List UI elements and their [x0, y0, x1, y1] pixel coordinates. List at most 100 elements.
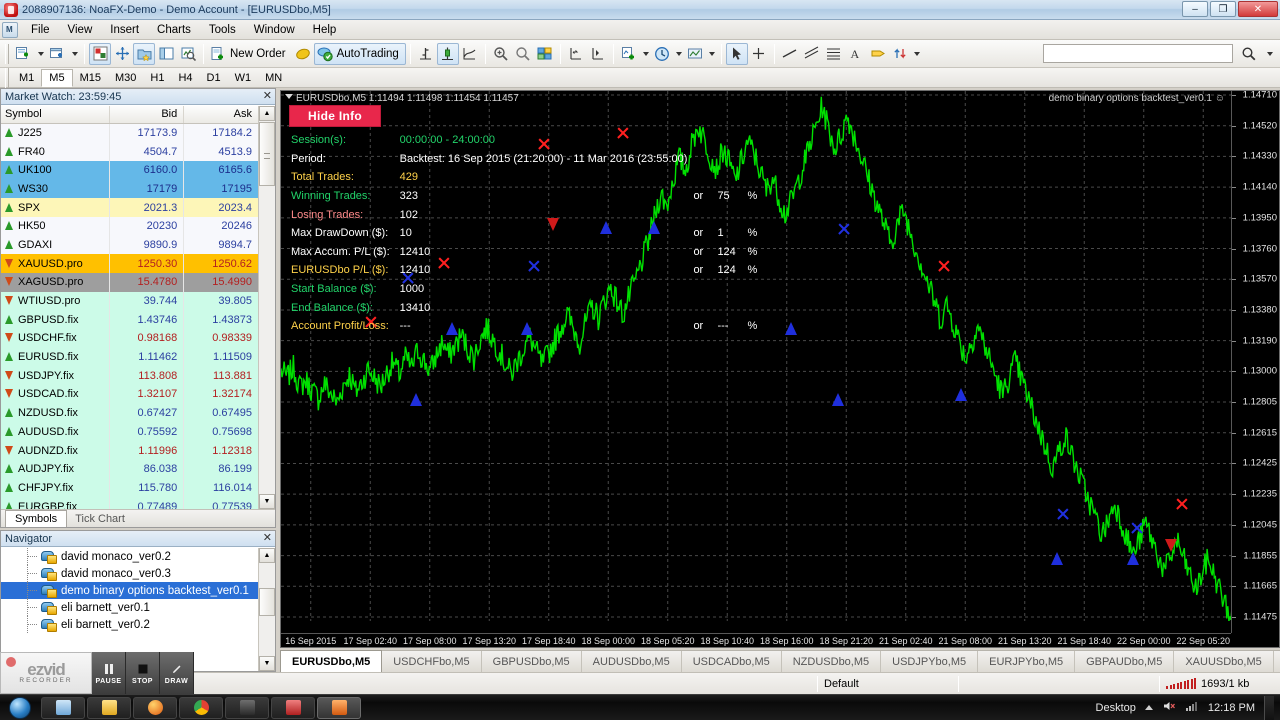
indicators-icon[interactable] — [618, 43, 640, 65]
network-tray-icon[interactable] — [1185, 699, 1199, 716]
navigator-item[interactable]: demo binary options backtest_ver0.1 — [1, 582, 275, 599]
start-button[interactable] — [0, 696, 40, 720]
desktop-label[interactable]: Desktop — [1096, 702, 1136, 714]
table-row[interactable]: NZDUSD.fix 0.67427 0.67495 — [1, 403, 259, 423]
chart-window-icon[interactable] — [46, 43, 68, 65]
table-row[interactable]: CHFJPY.fix 115.780 116.014 — [1, 478, 259, 498]
table-row[interactable]: J225 17173.9 17184.2 — [1, 123, 259, 143]
chart-tab[interactable]: EURJPYbo,M5 — [978, 651, 1076, 672]
table-row[interactable]: UK100 6160.0 6165.6 — [1, 160, 259, 180]
column-bid[interactable]: Bid — [109, 106, 185, 124]
minimize-button[interactable]: – — [1182, 1, 1208, 17]
draw-button[interactable]: DRAW — [160, 652, 194, 694]
table-row[interactable]: XAGUSD.pro 15.4780 15.4990 — [1, 273, 259, 292]
periods-icon[interactable] — [651, 43, 673, 65]
table-row[interactable]: USDCHF.fix 0.98168 0.98339 — [1, 329, 259, 348]
table-row[interactable]: WS30 17179 17195 — [1, 179, 259, 199]
cursor-icon[interactable] — [725, 42, 748, 65]
period-m5[interactable]: M5 — [41, 68, 73, 87]
chart-window-dropdown-icon[interactable] — [68, 43, 80, 65]
status-profile[interactable]: Default — [818, 673, 958, 694]
menu-item-charts[interactable]: Charts — [148, 22, 200, 38]
chart-tab[interactable]: EURUSDbo,M5 — [280, 650, 383, 672]
search-icon[interactable] — [1237, 43, 1259, 65]
chart-tab[interactable]: USDCADbo,M5 — [682, 651, 782, 672]
table-row[interactable]: AUDUSD.fix 0.75592 0.75698 — [1, 422, 259, 442]
channel-icon[interactable] — [801, 43, 823, 65]
periods-dropdown-icon[interactable] — [673, 43, 684, 65]
table-row[interactable]: USDCAD.fix 1.32107 1.32174 — [1, 385, 259, 404]
navigator-item[interactable]: eli barnett_ver0.2 — [1, 616, 275, 633]
table-row[interactable]: GBPUSD.fix 1.43746 1.43873 — [1, 310, 259, 330]
menu-item-tools[interactable]: Tools — [200, 22, 245, 38]
table-row[interactable]: EURGBP.fix 0.77489 0.77539 — [1, 497, 259, 509]
tile-windows-icon[interactable] — [534, 43, 556, 65]
table-row[interactable]: EURUSD.fix 1.11462 1.11509 — [1, 347, 259, 367]
navigator-scrollbar[interactable]: ▲ ▼ — [258, 548, 275, 671]
menu-item-insert[interactable]: Insert — [101, 22, 148, 38]
table-row[interactable]: HK50 20230 20246 — [1, 216, 259, 236]
scroll-down-icon[interactable]: ▼ — [259, 494, 275, 509]
table-row[interactable]: FR40 4504.7 4513.9 — [1, 142, 259, 161]
period-mn[interactable]: MN — [258, 70, 289, 86]
taskbar-item-media[interactable] — [225, 696, 269, 719]
table-row[interactable]: AUDNZD.fix 1.11996 1.12318 — [1, 441, 259, 460]
navigator-item[interactable]: david monaco_ver0.3 — [1, 565, 275, 582]
taskbar-item-explorer[interactable] — [41, 696, 85, 719]
autotrading-button[interactable]: AutoTrading — [313, 42, 406, 65]
fibonacci-icon[interactable] — [823, 43, 845, 65]
column-ask[interactable]: Ask — [183, 106, 259, 124]
table-row[interactable]: XAUUSD.pro 1250.30 1250.62 — [1, 254, 259, 273]
trendline-icon[interactable] — [779, 43, 801, 65]
price-chart[interactable]: EURUSDbo,M5 1:11494 1:11498 1:11454 1:11… — [280, 90, 1280, 648]
volume-icon[interactable] — [1162, 699, 1176, 716]
new-order-button[interactable]: New Order — [208, 43, 292, 65]
table-row[interactable]: WTIUSD.pro 39.744 39.805 — [1, 291, 259, 311]
chart-tab[interactable]: GBPAUDbo,M5 — [1075, 651, 1175, 672]
text-icon[interactable]: A — [845, 43, 867, 65]
scroll-up-icon[interactable]: ▲ — [259, 106, 275, 121]
scroll-up-icon[interactable]: ▲ — [259, 548, 275, 563]
expert-advisor-icon[interactable] — [292, 43, 314, 65]
chart-tab[interactable]: USDJPYbo,M5 — [881, 651, 979, 672]
chart-colors-icon[interactable] — [89, 42, 111, 65]
stop-button[interactable]: STOP — [126, 652, 160, 694]
search-input[interactable] — [1043, 44, 1233, 63]
hide-info-button[interactable]: Hide Info — [289, 105, 382, 127]
taskbar-item-folder[interactable] — [87, 696, 131, 719]
arrows-dropdown-icon[interactable] — [911, 43, 922, 65]
taskbar-item-mt4[interactable] — [317, 696, 361, 719]
period-m1[interactable]: M1 — [12, 70, 41, 86]
chart-tab[interactable]: USDCHFbo,M5 — [382, 651, 482, 672]
close-icon[interactable]: ✕ — [263, 90, 272, 103]
table-row[interactable]: AUDJPY.fix 86.038 86.199 — [1, 459, 259, 479]
market-watch-scrollbar[interactable]: ▲ ▼ — [258, 106, 275, 509]
show-hidden-icons-icon[interactable] — [1144, 705, 1153, 710]
period-d1[interactable]: D1 — [200, 70, 228, 86]
bar-chart-icon[interactable] — [415, 43, 437, 65]
taskbar-item-firefox[interactable] — [133, 696, 177, 719]
tab-symbols[interactable]: Symbols — [5, 510, 68, 527]
data-window-icon[interactable] — [177, 43, 199, 65]
chart-tab[interactable]: NZDUSDbo,M5 — [782, 651, 882, 672]
new-chart-icon[interactable] — [12, 43, 34, 65]
period-h4[interactable]: H4 — [171, 70, 199, 86]
chart-tab[interactable]: GBPUSDbo,M5 — [482, 651, 582, 672]
period-m30[interactable]: M30 — [108, 70, 143, 86]
menu-item-help[interactable]: Help — [304, 22, 346, 38]
menu-item-window[interactable]: Window — [245, 22, 304, 38]
scrollbar-thumb[interactable] — [259, 122, 275, 186]
line-chart-icon[interactable] — [459, 43, 481, 65]
column-symbol[interactable]: Symbol — [1, 106, 110, 124]
maximize-button[interactable]: ❐ — [1210, 1, 1236, 17]
navigator-panel-icon[interactable] — [155, 43, 177, 65]
table-row[interactable]: USDJPY.fix 113.808 113.881 — [1, 366, 259, 386]
table-row[interactable]: SPX 2021.3 2023.4 — [1, 198, 259, 217]
auto-scroll-icon[interactable] — [587, 43, 609, 65]
label-icon[interactable] — [867, 43, 889, 65]
scroll-down-icon[interactable]: ▼ — [259, 656, 275, 671]
scrollbar-thumb[interactable] — [259, 588, 275, 616]
templates-icon[interactable] — [133, 42, 155, 65]
shift-end-icon[interactable] — [565, 43, 587, 65]
period-m15[interactable]: M15 — [73, 70, 108, 86]
